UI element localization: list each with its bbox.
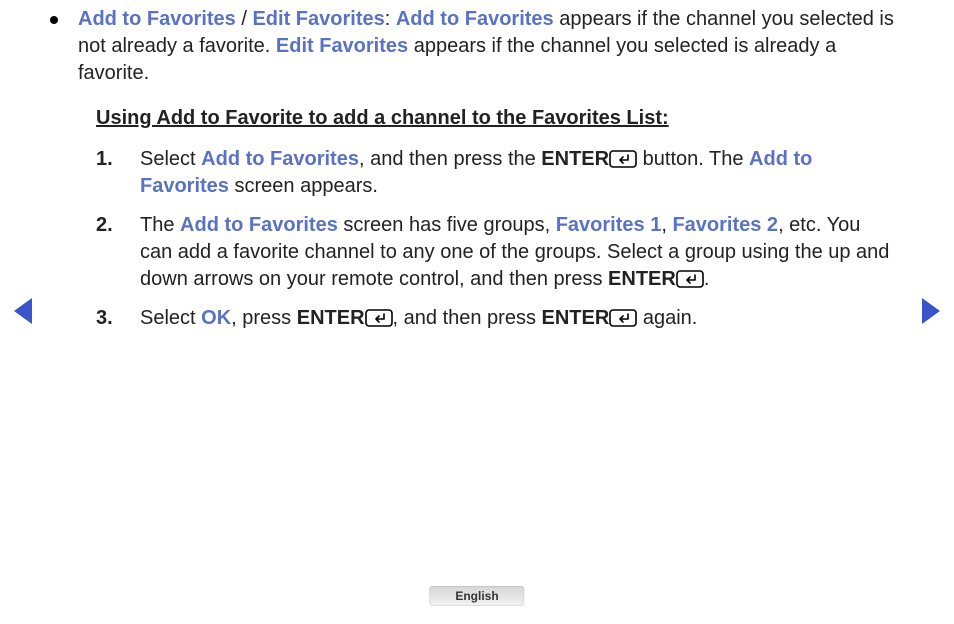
hl-text: Add to Favorites bbox=[396, 8, 554, 30]
enter-icon bbox=[676, 270, 704, 288]
page-content: Add to Favorites / Edit Favorites: Add t… bbox=[50, 6, 894, 344]
text: button. The bbox=[637, 148, 749, 170]
hl-text: Favorites 2 bbox=[672, 214, 778, 236]
text: : bbox=[385, 8, 396, 30]
text: The bbox=[140, 214, 180, 236]
enter-label: ENTER bbox=[541, 148, 609, 170]
nav-prev-arrow[interactable] bbox=[14, 298, 32, 324]
step-item: 3. Select OK, press ENTER, and then pres… bbox=[96, 305, 894, 332]
hl-text: Add to Favorites bbox=[180, 214, 338, 236]
step-item: 2. The Add to Favorites screen has five … bbox=[96, 212, 894, 293]
text: . bbox=[704, 268, 710, 290]
intro-bullet: Add to Favorites / Edit Favorites: Add t… bbox=[50, 6, 894, 87]
enter-icon bbox=[609, 150, 637, 168]
text: , and then press the bbox=[359, 148, 541, 170]
enter-label: ENTER bbox=[608, 268, 676, 290]
steps-list: 1. Select Add to Favorites, and then pre… bbox=[96, 146, 894, 332]
enter-icon bbox=[609, 309, 637, 327]
language-badge: English bbox=[429, 586, 524, 606]
text: , bbox=[661, 214, 672, 236]
enter-icon bbox=[365, 309, 393, 327]
nav-next-arrow[interactable] bbox=[922, 298, 940, 324]
text: again. bbox=[637, 307, 697, 329]
text: , press bbox=[231, 307, 297, 329]
step-text: Select OK, press ENTER, and then press E… bbox=[140, 305, 697, 332]
step-number: 1. bbox=[96, 146, 118, 200]
text: / bbox=[236, 8, 253, 30]
hl-text: OK bbox=[201, 307, 231, 329]
text: Select bbox=[140, 307, 201, 329]
hl-text: Edit Favorites bbox=[276, 35, 408, 57]
section-title: Using Add to Favorite to add a channel t… bbox=[96, 105, 894, 132]
text: screen appears. bbox=[229, 175, 378, 197]
intro-text: Add to Favorites / Edit Favorites: Add t… bbox=[74, 6, 894, 87]
step-text: Select Add to Favorites, and then press … bbox=[140, 146, 894, 200]
bullet-icon bbox=[50, 16, 58, 24]
step-item: 1. Select Add to Favorites, and then pre… bbox=[96, 146, 894, 200]
text: screen has five groups, bbox=[338, 214, 556, 236]
hl-text: Add to Favorites bbox=[201, 148, 359, 170]
text: , and then press bbox=[393, 307, 542, 329]
hl-text: Favorites 1 bbox=[556, 214, 662, 236]
hl-text: Add to Favorites bbox=[78, 8, 236, 30]
step-text: The Add to Favorites screen has five gro… bbox=[140, 212, 894, 293]
enter-label: ENTER bbox=[297, 307, 365, 329]
enter-label: ENTER bbox=[542, 307, 610, 329]
step-number: 3. bbox=[96, 305, 118, 332]
hl-text: Edit Favorites bbox=[252, 8, 384, 30]
text: Select bbox=[140, 148, 201, 170]
step-number: 2. bbox=[96, 212, 118, 293]
